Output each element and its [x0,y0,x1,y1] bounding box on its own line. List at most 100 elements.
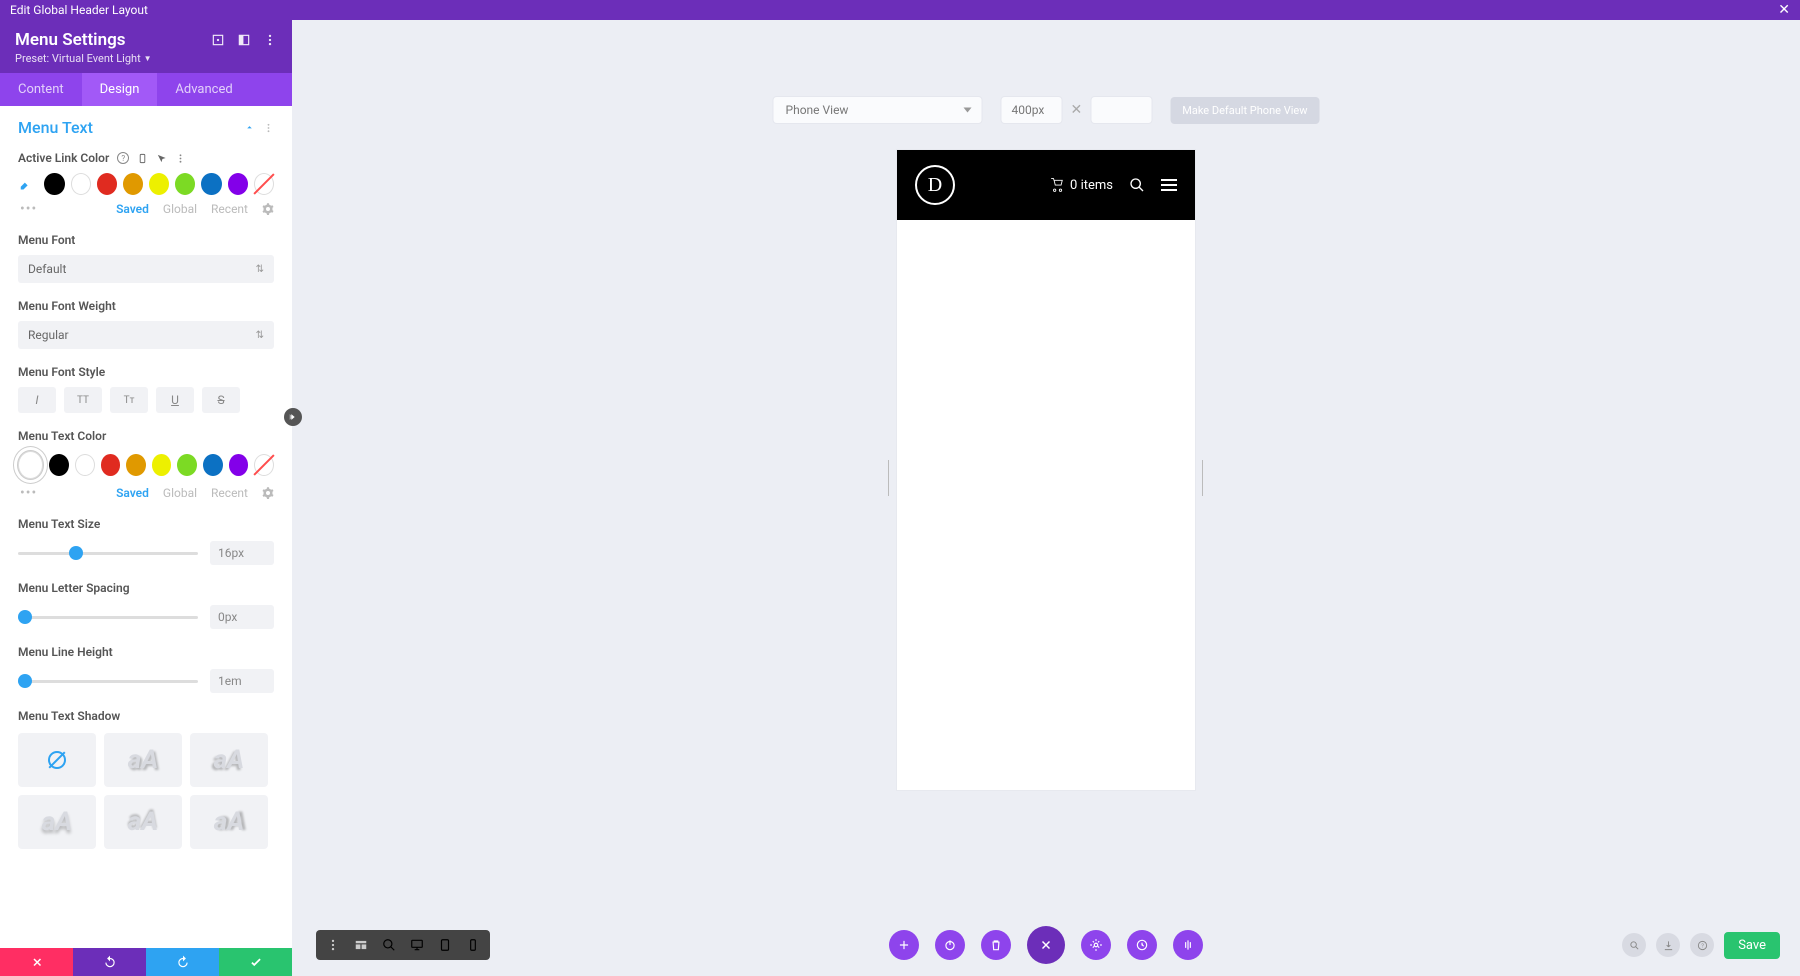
palette-tab-saved-2[interactable]: Saved [116,486,149,500]
shadow-preset-5[interactable]: aA [190,795,268,849]
swatch-black-2[interactable] [49,454,69,476]
swatch-orange[interactable] [123,173,143,195]
style-underline-button[interactable]: U [156,387,194,413]
view-select[interactable]: Phone View [773,96,983,124]
section-kebab-icon[interactable] [263,121,274,135]
palette-tab-saved[interactable]: Saved [116,202,149,216]
cart-link[interactable]: 0 items [1050,178,1113,193]
add-button[interactable] [889,930,919,960]
input-letter-spacing[interactable]: 0px [210,605,274,629]
delete-button[interactable] [981,930,1011,960]
style-strikethrough-button[interactable]: S [202,387,240,413]
shadow-preset-2[interactable]: aA [190,733,268,787]
tab-design[interactable]: Design [82,73,158,106]
layers-button[interactable] [1173,930,1203,960]
kebab-icon[interactable] [263,33,277,47]
palette-tab-global-2[interactable]: Global [163,486,197,500]
height-input[interactable] [1090,96,1152,124]
settings-button[interactable] [1081,930,1111,960]
logo-icon[interactable]: D [915,165,955,205]
field-kebab-icon[interactable] [175,153,186,164]
swatch-red[interactable] [97,173,117,195]
select-menu-font-weight[interactable]: Regular⇅ [18,321,274,349]
swatch-yellow-2[interactable] [152,454,172,476]
swatch-blue-2[interactable] [203,454,223,476]
power-button[interactable] [935,930,965,960]
hover-icon[interactable] [156,153,167,164]
slider-letter-spacing[interactable] [18,616,198,619]
history-button[interactable] [1127,930,1157,960]
make-default-button[interactable]: Make Default Phone View [1170,97,1319,124]
slider-text-size[interactable] [18,552,198,555]
expand-icon[interactable] [211,33,225,47]
help-icon[interactable]: ? [117,152,129,164]
clear-width-icon[interactable]: ✕ [1071,102,1083,118]
section-title[interactable]: Menu Text [18,118,93,137]
dock-portability-button[interactable] [1656,933,1680,957]
zoom-icon[interactable] [382,938,396,952]
slider-line-height[interactable] [18,680,198,683]
select-menu-font[interactable]: Default⇅ [18,255,274,283]
close-icon[interactable]: ✕ [1778,2,1790,18]
save-button[interactable]: Save [1724,932,1780,959]
resize-handle-right[interactable] [1201,460,1205,496]
shadow-preset-1[interactable]: aA [104,733,182,787]
tab-content[interactable]: Content [0,73,82,106]
sidebar-footer [0,948,292,976]
swatch-none[interactable] [254,173,274,195]
width-input[interactable]: 400px [1001,96,1063,124]
undo-button[interactable] [73,948,146,976]
style-uppercase-button[interactable]: TT [64,387,102,413]
swatch-yellow[interactable] [149,173,169,195]
swatch-current-white[interactable] [18,451,43,479]
redo-button[interactable] [146,948,219,976]
hamburger-icon[interactable] [1161,179,1177,191]
swatch-black[interactable] [44,173,64,195]
swatch-orange-2[interactable] [126,454,146,476]
apply-button[interactable] [219,948,292,976]
close-center-button[interactable] [1027,926,1065,964]
style-italic-button[interactable]: I [18,387,56,413]
resize-handle-left[interactable] [887,460,891,496]
tab-advanced[interactable]: Advanced [157,73,250,106]
input-text-size[interactable]: 16px [210,541,274,565]
input-line-height[interactable]: 1em [210,669,274,693]
style-smallcaps-button[interactable]: Tт [110,387,148,413]
palette-more-icon-2[interactable]: ••• [20,485,37,501]
swatch-green-2[interactable] [177,454,197,476]
dock-kebab-icon[interactable] [326,938,340,952]
phone-icon[interactable] [466,938,480,952]
palette-tab-global[interactable]: Global [163,202,197,216]
shadow-preset-3[interactable]: aA [18,795,96,849]
palette-tab-recent[interactable]: Recent [211,202,248,216]
swatch-green[interactable] [175,173,195,195]
swatch-none-2[interactable] [254,454,274,476]
palette-tab-recent-2[interactable]: Recent [211,486,248,500]
discard-button[interactable] [0,948,73,976]
swatch-white[interactable] [71,173,91,195]
swatch-purple[interactable] [228,173,248,195]
palette-gear-icon[interactable] [262,203,274,215]
swatch-blue[interactable] [201,173,221,195]
dock-icon[interactable] [237,33,251,47]
shadow-preset-4[interactable]: aA [104,795,182,849]
wireframe-icon[interactable] [354,938,368,952]
eyedropper-icon[interactable] [18,175,34,193]
app-top-bar: Edit Global Header Layout ✕ [0,0,1800,20]
palette-more-icon[interactable]: ••• [20,201,37,217]
shadow-none[interactable] [18,733,96,787]
tablet-icon[interactable] [438,938,452,952]
palette-gear-icon-2[interactable] [262,487,274,499]
search-icon[interactable] [1129,177,1145,193]
dock-search-button[interactable] [1622,933,1646,957]
swatch-purple-2[interactable] [229,454,249,476]
sidebar-collapse-button[interactable] [284,408,302,426]
dock-help-button[interactable]: ? [1690,933,1714,957]
device-icon[interactable] [137,153,148,164]
preset-dropdown[interactable]: Preset: Virtual Event Light▼ [15,52,277,65]
swatch-red-2[interactable] [101,454,121,476]
desktop-icon[interactable] [410,938,424,952]
collapse-section-icon[interactable] [244,122,255,133]
field-menu-font: Menu Font Default⇅ [18,233,274,283]
swatch-white-2[interactable] [75,454,95,476]
